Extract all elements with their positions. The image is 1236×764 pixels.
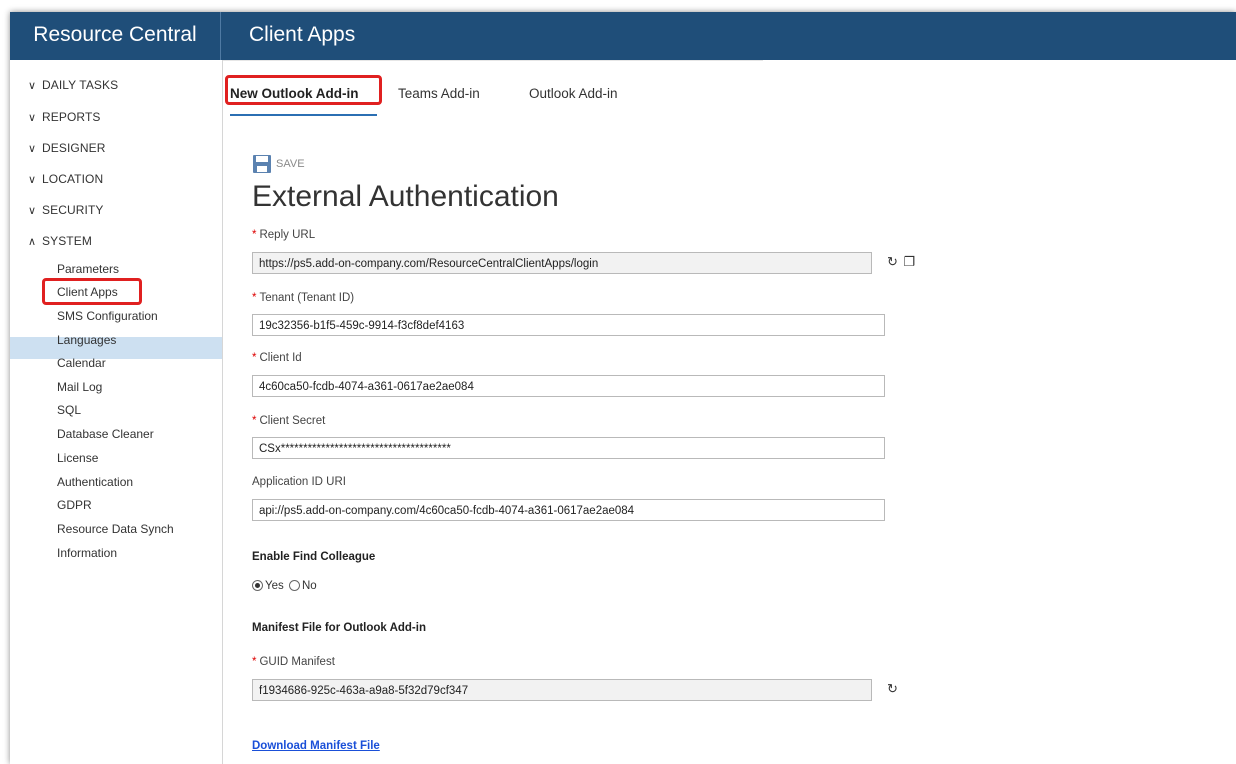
refresh-icon[interactable]: ↻: [887, 681, 898, 696]
client-secret-label: * Client Secret: [252, 415, 326, 427]
sidebar-section-label: LOCATION: [42, 172, 104, 186]
find-colleague-label: Enable Find Colleague: [252, 551, 376, 563]
sidebar-item-mail-log[interactable]: Mail Log: [57, 377, 102, 397]
sidebar-section-label: SECURITY: [42, 203, 104, 217]
radio-yes-icon: [252, 580, 263, 591]
sidebar-section-label: SYSTEM: [42, 234, 92, 248]
refresh-icon[interactable]: ↻: [887, 254, 898, 269]
radio-no-icon: [288, 580, 300, 591]
chevron-down-icon: ∨: [28, 80, 37, 92]
application-id-uri-label: Application ID URI: [252, 476, 346, 488]
chevron-up-icon: ∧: [28, 236, 37, 248]
app-title[interactable]: Resource Central: [10, 12, 221, 60]
tab-outlook-add-in[interactable]: Outlook Add-in: [529, 86, 618, 101]
sidebar-section-reports[interactable]: ∨ REPORTS: [28, 110, 101, 124]
active-tab-underline: [230, 114, 377, 116]
save-label: SAVE: [276, 157, 305, 170]
sidebar-item-license[interactable]: License: [57, 448, 98, 468]
sidebar: ∨ DAILY TASKS ∨ REPORTS ∨ DESIGNER ∨ LOCATIO…: [10, 60, 223, 764]
sidebar-item-parameters[interactable]: Parameters: [57, 259, 119, 279]
copy-icon[interactable]: ❐: [904, 254, 916, 269]
section-title: External Authentication: [252, 180, 559, 213]
guid-manifest-label: * GUID Manifest: [252, 656, 335, 668]
manifest-heading: Manifest File for Outlook Add-in: [252, 622, 426, 634]
client-id-label: * Client Id: [252, 352, 302, 364]
floppy-disk-icon: [253, 155, 271, 173]
application-id-uri-field[interactable]: api://ps5.add-on-company.com/4c60ca50-fc…: [252, 499, 885, 521]
sidebar-item-database-cleaner[interactable]: Database Cleaner: [57, 424, 154, 444]
chevron-down-icon: ∨: [28, 143, 37, 155]
radio-no[interactable]: No: [288, 580, 317, 592]
tenant-label: * Tenant (Tenant ID): [252, 292, 355, 304]
sidebar-item-authentication[interactable]: Authentication: [57, 472, 133, 492]
chevron-down-icon: ∨: [28, 174, 37, 186]
guid-manifest-field[interactable]: f1934686-925c-463a-a9a8-5f32d79cf347: [252, 679, 872, 701]
radio-yes[interactable]: Yes: [252, 580, 284, 592]
tab-teams-add-in[interactable]: Teams Add-in: [398, 86, 480, 101]
client-secret-field[interactable]: CSx*************************************…: [252, 437, 885, 459]
sidebar-section-label: DESIGNER: [42, 141, 106, 155]
app-window: Resource Central Client Apps ∨ DAILY TASK…: [10, 12, 1236, 764]
sidebar-section-designer[interactable]: ∨ DESIGNER: [28, 141, 105, 155]
chevron-down-icon: ∨: [28, 205, 37, 217]
client-apps-highlight-box: [42, 278, 142, 305]
reply-url-label: * Reply URL: [252, 229, 316, 241]
sidebar-section-daily-tasks[interactable]: ∨ DAILY TASKS: [28, 78, 118, 92]
sidebar-item-gdpr[interactable]: GDPR: [57, 495, 92, 515]
sidebar-section-label: DAILY TASKS: [42, 78, 119, 92]
chevron-down-icon: ∨: [28, 112, 37, 124]
sidebar-section-label: REPORTS: [42, 110, 101, 124]
tab-highlight-box: [225, 75, 382, 105]
find-colleague-radio-group: Yes No: [252, 580, 317, 592]
sidebar-section-location[interactable]: ∨ LOCATION: [28, 172, 103, 186]
download-manifest-link[interactable]: Download Manifest File: [252, 740, 380, 752]
client-id-field[interactable]: 4c60ca50-fcdb-4074-a361-0617ae2ae084: [252, 375, 885, 397]
sidebar-item-calendar[interactable]: Calendar: [57, 353, 106, 373]
sidebar-item-resource-data-synch[interactable]: Resource Data Synch: [57, 519, 174, 539]
sidebar-item-sql[interactable]: SQL: [57, 400, 81, 420]
tenant-id-field[interactable]: 19c32356-b1f5-459c-9914-f3cf8def4163: [252, 314, 885, 336]
sidebar-item-information[interactable]: Information: [57, 543, 117, 563]
sidebar-item-languages[interactable]: Languages: [57, 330, 116, 350]
sidebar-section-system[interactable]: ∧ SYSTEM: [28, 234, 92, 248]
tabs-divider: [223, 60, 763, 61]
save-button[interactable]: SAVE: [252, 154, 305, 174]
sidebar-item-sms-configuration[interactable]: SMS Configuration: [57, 306, 158, 326]
sidebar-section-security[interactable]: ∨ SECURITY: [28, 203, 103, 217]
top-bar: Resource Central Client Apps: [10, 12, 1236, 60]
main-content: New Outlook Add-in Teams Add-in Outlook …: [223, 60, 1236, 764]
page-title: Client Apps: [249, 23, 356, 46]
reply-url-field[interactable]: https://ps5.add-on-company.com/ResourceC…: [252, 252, 872, 274]
